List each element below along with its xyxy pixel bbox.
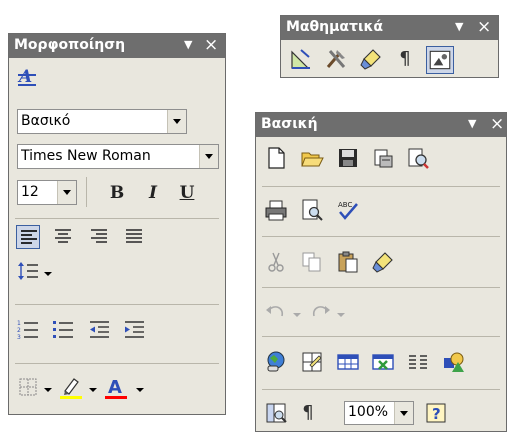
decrease-indent-icon[interactable] (87, 318, 111, 342)
standard-toolbar-title: Βασική (261, 116, 318, 132)
hyperlink-icon[interactable] (264, 350, 288, 374)
svg-text:A: A (108, 377, 122, 398)
insert-spreadsheet-icon[interactable] (371, 350, 395, 374)
chevron-down-icon[interactable] (136, 388, 144, 392)
justify-button[interactable] (122, 225, 146, 249)
copy-icon[interactable] (300, 250, 324, 274)
new-document-icon[interactable] (264, 146, 288, 170)
eraser-brush-icon[interactable] (359, 47, 383, 71)
separator (15, 363, 219, 364)
highlight-icon[interactable] (59, 375, 83, 399)
chevron-down-icon[interactable] (57, 181, 76, 204)
align-center-button[interactable] (51, 225, 75, 249)
font-color-bar (105, 396, 127, 399)
toolbar-menu-icon[interactable]: ▼ (184, 38, 192, 51)
formatting-toolbar-title: Μορφοποίηση (14, 37, 126, 53)
print-preview-icon[interactable] (300, 198, 324, 222)
columns-icon[interactable] (406, 350, 430, 374)
separator (262, 186, 500, 187)
close-icon[interactable]: × (204, 35, 218, 55)
borders-icon[interactable] (16, 375, 40, 399)
paste-icon[interactable] (336, 250, 360, 274)
toolbar-menu-icon[interactable]: ▼ (468, 117, 476, 130)
standard-toolbar: Βασική ▼ × ABC ¶ 100% ? (255, 112, 507, 432)
drawing-icon[interactable] (442, 350, 466, 374)
chevron-down-icon[interactable] (337, 313, 345, 317)
standard-toolbar-titlebar[interactable]: Βασική ▼ × (256, 113, 506, 137)
bullets-icon[interactable] (51, 318, 75, 342)
align-right-button[interactable] (87, 225, 111, 249)
chevron-down-icon[interactable] (89, 388, 97, 392)
open-folder-icon[interactable] (300, 146, 324, 170)
style-combo[interactable]: Βασικό (17, 109, 187, 134)
line-spacing-icon[interactable] (16, 259, 40, 283)
chevron-down-icon[interactable] (199, 145, 218, 168)
formatting-toolbar: Μορφοποίηση ▼ × A Βασικό Times New Roman… (8, 33, 226, 415)
print-icon[interactable] (264, 198, 288, 222)
numbering-icon[interactable]: 123 (16, 318, 40, 342)
style-value: Βασικό (21, 113, 71, 129)
chevron-down-icon[interactable] (44, 388, 52, 392)
research-icon[interactable] (406, 146, 430, 170)
zoom-value: 100% (348, 404, 389, 420)
bold-button[interactable]: B (105, 181, 129, 205)
save-icon[interactable] (336, 146, 360, 170)
close-icon[interactable]: × (477, 17, 491, 37)
math-toolbar-title: Μαθηματικά (286, 19, 384, 35)
separator (262, 389, 500, 390)
math-toolbar-titlebar[interactable]: Μαθηματικά ▼ × (281, 16, 498, 40)
document-map-icon[interactable] (264, 401, 288, 425)
separator (15, 304, 219, 305)
separator (86, 177, 87, 207)
increase-indent-icon[interactable] (122, 318, 146, 342)
styles-and-formatting-icon[interactable]: A (16, 64, 40, 88)
separator (262, 287, 500, 288)
font-color-icon[interactable]: A (104, 375, 128, 399)
geometry-icon[interactable] (289, 47, 313, 71)
show-hide-pilcrow-icon[interactable]: ¶ (296, 401, 320, 425)
close-icon[interactable]: × (490, 114, 504, 134)
svg-text:?: ? (432, 405, 441, 423)
separator (262, 236, 500, 237)
math-toolbar: Μαθηματικά ▼ × ¶ (280, 15, 499, 78)
formatting-toolbar-titlebar[interactable]: Μορφοποίηση ▼ × (9, 34, 225, 58)
italic-button[interactable]: I (141, 181, 165, 205)
chevron-down-icon[interactable] (167, 110, 186, 133)
separator (15, 218, 219, 219)
separator (262, 336, 500, 337)
chevron-down-icon[interactable] (293, 313, 301, 317)
spelling-grammar-icon[interactable]: ABC (336, 198, 360, 222)
highlight-color-bar (60, 396, 82, 399)
permission-icon[interactable] (371, 146, 395, 170)
undo-icon[interactable] (264, 301, 288, 325)
tools-icon[interactable] (324, 47, 348, 71)
tables-borders-icon[interactable] (300, 350, 324, 374)
font-combo[interactable]: Times New Roman (17, 144, 219, 169)
underline-button[interactable]: U (175, 181, 199, 205)
redo-icon[interactable] (308, 301, 332, 325)
svg-text:1: 1 (17, 320, 21, 327)
insert-table-icon[interactable] (336, 350, 360, 374)
font-size-combo[interactable]: 12 (17, 180, 77, 205)
font-value: Times New Roman (21, 148, 151, 164)
pilcrow-icon[interactable]: ¶ (393, 47, 417, 71)
chevron-down-icon[interactable] (394, 402, 413, 424)
help-icon[interactable]: ? (424, 401, 448, 425)
cut-icon[interactable] (264, 250, 288, 274)
format-painter-icon[interactable] (371, 250, 395, 274)
toolbar-menu-icon[interactable]: ▼ (455, 20, 463, 33)
align-left-button[interactable] (16, 225, 40, 249)
svg-text:3: 3 (17, 334, 21, 341)
chevron-down-icon[interactable] (44, 272, 52, 276)
zoom-combo[interactable]: 100% (344, 401, 414, 425)
font-size-value: 12 (21, 184, 39, 200)
svg-text:2: 2 (17, 327, 21, 334)
drawing-canvas-icon[interactable] (426, 46, 454, 74)
svg-text:ABC: ABC (338, 201, 352, 209)
